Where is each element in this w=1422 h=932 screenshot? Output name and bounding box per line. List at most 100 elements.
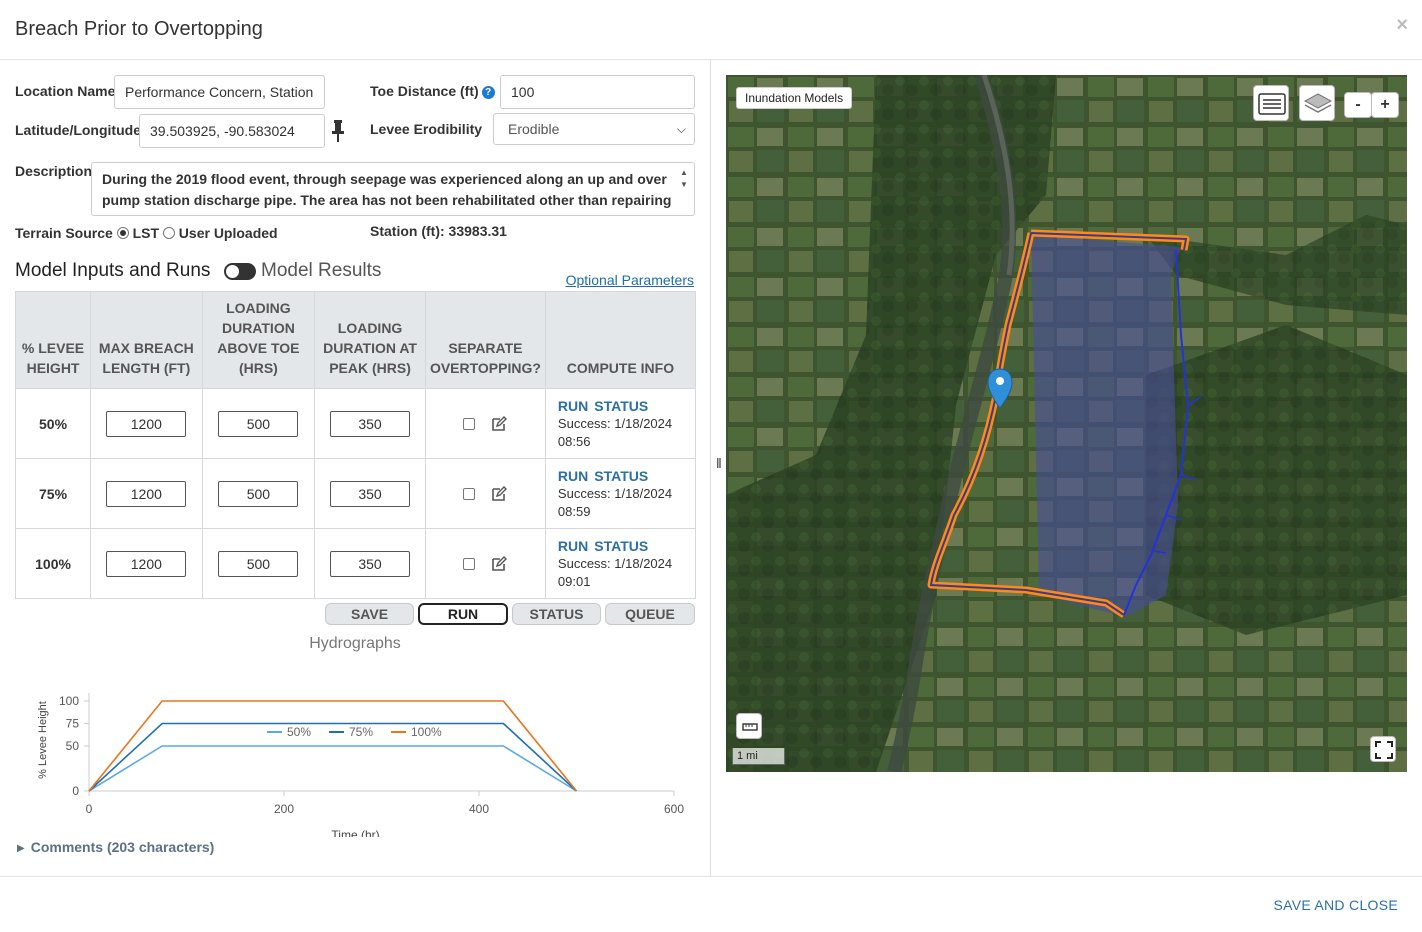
edit-icon[interactable] <box>491 556 508 572</box>
form-panel: Location Name Performance Concern, Stati… <box>0 60 711 876</box>
max-breach-input[interactable]: 1200 <box>106 410 187 437</box>
run-link[interactable]: RUN <box>558 468 588 484</box>
legend-icon[interactable] <box>1253 85 1289 121</box>
toe-distance-label-text: Toe Distance (ft) <box>370 83 479 99</box>
results-toggle[interactable] <box>224 263 256 280</box>
duration-peak-input[interactable]: 350 <box>330 480 411 507</box>
y-tick-label: 100 <box>59 694 79 708</box>
station-readout: Station (ft): 33983.31 <box>370 223 507 239</box>
help-icon[interactable]: ? <box>481 86 495 99</box>
latlon-input[interactable]: 39.503925, -90.583024 <box>139 114 325 148</box>
save-button[interactable]: SAVE <box>325 603 414 625</box>
overtopping-checkbox[interactable] <box>463 488 476 501</box>
max-breach-input[interactable]: 1200 <box>106 550 187 577</box>
terrain-user-radio[interactable] <box>162 227 175 239</box>
overtopping-checkbox[interactable] <box>463 418 476 431</box>
edit-icon[interactable] <box>491 416 508 432</box>
duration-toe-input[interactable]: 500 <box>218 550 299 577</box>
zoom-out-button[interactable]: - <box>1344 92 1372 118</box>
x-tick-label: 200 <box>274 802 294 816</box>
dialog-title: Breach Prior to Overtopping <box>15 18 263 40</box>
status-link[interactable]: STATUS <box>594 538 648 554</box>
row-pct: 100% <box>14 528 92 599</box>
duration-peak-input[interactable]: 350 <box>330 410 411 437</box>
max-breach-input[interactable]: 1200 <box>106 480 187 507</box>
save-and-close-button[interactable]: SAVE AND CLOSE <box>1273 897 1398 913</box>
cell-compute-info: RUN STATUS Success: 1/18/2024 09:01 <box>544 528 697 599</box>
toe-distance-input[interactable]: 100 <box>500 75 695 109</box>
duration-peak-input[interactable]: 350 <box>330 550 411 577</box>
pushpin-icon[interactable] <box>331 119 345 143</box>
terrain-lst-label: LST <box>132 225 160 241</box>
x-tick-label: 600 <box>664 802 684 816</box>
status-button[interactable]: STATUS <box>512 603 601 625</box>
cell-dur-toe: 500 <box>201 528 316 599</box>
map-view[interactable]: Inundation Models - + 1 mi <box>726 75 1407 772</box>
breach-dialog: Breach Prior to Overtopping × Location N… <box>0 0 1422 932</box>
cell-dur-peak: 350 <box>314 458 426 529</box>
cell-compute-info: RUN STATUS Success: 1/18/2024 08:56 <box>544 388 697 459</box>
run-button[interactable]: RUN <box>418 603 508 625</box>
measure-icon[interactable] <box>736 713 762 739</box>
runs-table: % LEVEE HEIGHT MAX BREACH LENGTH (FT) LO… <box>14 291 697 599</box>
erodibility-select[interactable]: Erodible ⌵ <box>493 113 695 145</box>
terrain-lst-radio[interactable] <box>116 227 129 239</box>
cell-compute-info: RUN STATUS Success: 1/18/2024 08:59 <box>544 458 697 529</box>
y-tick-label: 50 <box>66 739 80 753</box>
header-duration-toe: LOADING DURATION ABOVE TOE (HRS) <box>201 291 316 389</box>
y-tick-label: 0 <box>72 784 79 798</box>
x-axis-label: Time (hr) <box>331 828 379 837</box>
queue-button[interactable]: QUEUE <box>605 603 695 625</box>
x-tick-label: 0 <box>86 802 93 816</box>
duration-toe-input[interactable]: 500 <box>218 410 299 437</box>
cell-dur-toe: 500 <box>201 458 316 529</box>
location-name-input[interactable]: Performance Concern, Station <box>114 75 325 109</box>
optional-parameters-link[interactable]: Optional Parameters <box>566 272 694 288</box>
header-duration-peak: LOADING DURATION AT PEAK (HRS) <box>314 291 426 389</box>
scroll-arrows-icon[interactable]: ▲ ▼ <box>680 167 690 191</box>
y-tick-label: 75 <box>66 717 80 731</box>
table-header-row: % LEVEE HEIGHT MAX BREACH LENGTH (FT) LO… <box>14 291 697 389</box>
chevron-down-icon: ⌵ <box>676 122 686 136</box>
x-tick-label: 400 <box>469 802 489 816</box>
map-scale: 1 mi <box>732 748 785 765</box>
legend-label: 100% <box>411 725 442 739</box>
status-link[interactable]: STATUS <box>594 468 648 484</box>
legend-label: 75% <box>349 725 373 739</box>
station-label: Station (ft): <box>370 223 445 239</box>
cell-max-breach: 1200 <box>90 528 203 599</box>
run-link[interactable]: RUN <box>558 398 588 414</box>
inundation-models-label[interactable]: Inundation Models <box>736 87 853 109</box>
comments-toggle[interactable]: ▶ Comments (203 characters) <box>17 839 214 855</box>
cell-overtopping <box>424 528 546 599</box>
table-row: 75% 1200 500 350 RUN STATUS Success: 1/18… <box>14 458 697 529</box>
series-line-50% <box>88 745 577 792</box>
layers-icon[interactable] <box>1299 85 1335 121</box>
cell-max-breach: 1200 <box>90 388 203 459</box>
status-link[interactable]: STATUS <box>594 398 648 414</box>
description-label: Description <box>15 163 93 179</box>
description-textarea[interactable]: During the 2019 flood event, through see… <box>91 162 695 216</box>
description-text: During the 2019 flood event, through see… <box>102 171 672 215</box>
latlon-label: Latitude/Longitude <box>15 122 141 138</box>
dialog-footer: SAVE AND CLOSE <box>0 876 1422 932</box>
toe-distance-label: Toe Distance (ft)? <box>370 83 495 99</box>
run-link[interactable]: RUN <box>558 538 588 554</box>
resize-handle-icon[interactable]: ‖ <box>716 455 722 471</box>
header-levee-height: % LEVEE HEIGHT <box>14 291 92 389</box>
header-max-breach: MAX BREACH LENGTH (FT) <box>90 291 203 389</box>
overtopping-checkbox[interactable] <box>463 558 476 571</box>
table-row: 50% 1200 500 350 RUN STATUS Success: 1/18… <box>14 388 697 459</box>
comments-label: Comments (203 characters) <box>30 839 215 855</box>
close-icon[interactable]: × <box>1396 14 1408 37</box>
edit-icon[interactable] <box>491 486 508 502</box>
fullscreen-icon[interactable] <box>1370 736 1396 762</box>
duration-toe-input[interactable]: 500 <box>218 480 299 507</box>
satellite-map <box>726 75 1407 772</box>
location-name-label: Location Name <box>15 83 116 99</box>
model-inputs-title: Model Inputs and Runs <box>15 260 211 281</box>
chart-svg: 0 50 75 100 0 200 400 600 50% 75% 100% Time (hr) % L… <box>37 693 684 837</box>
zoom-in-button[interactable]: + <box>1371 92 1399 118</box>
cell-dur-peak: 350 <box>314 388 426 459</box>
compute-status: Success: 1/18/2024 <box>557 485 673 501</box>
